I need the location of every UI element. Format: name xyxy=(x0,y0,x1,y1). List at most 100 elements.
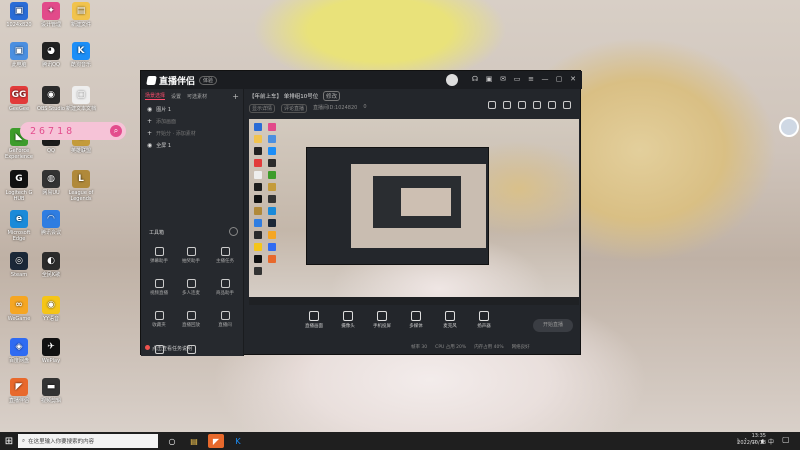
layout-icon[interactable] xyxy=(518,101,526,109)
tool-video[interactable]: 视频直播 xyxy=(147,279,171,296)
control-speaker[interactable]: 扬声器 xyxy=(471,311,497,329)
tool-replay[interactable]: 直播回放 xyxy=(179,311,203,328)
control-mic[interactable]: 麦克风 xyxy=(437,311,463,329)
stream-preview[interactable] xyxy=(249,119,579,305)
control-phone[interactable]: 手机投屏 xyxy=(369,311,395,329)
tool-goods[interactable]: 商品助手 xyxy=(213,279,237,296)
headset-icon[interactable]: ☊ xyxy=(470,74,480,85)
goods-icon xyxy=(220,279,230,288)
mail-icon[interactable]: ✉ xyxy=(498,74,508,85)
tool-label: 多人连麦 xyxy=(182,291,200,296)
start-live-button[interactable]: 开始直播 xyxy=(533,319,573,332)
desktop-icon[interactable]: ◉ YY语音 xyxy=(34,296,68,322)
streaming-app-taskbar-icon[interactable]: ◤ xyxy=(208,434,224,448)
desktop-icon-label: 腾讯QQ xyxy=(42,62,60,68)
desktop-icon-label: 酷狗音乐 xyxy=(70,62,91,68)
tool-danmaku[interactable]: 弹幕助手 xyxy=(147,247,171,264)
tool-room[interactable]: 直播间 xyxy=(213,311,237,328)
window-icon[interactable] xyxy=(533,101,541,109)
desktop-icon[interactable]: ▬ 视频剪辑 xyxy=(34,378,68,404)
windows-start-icon[interactable]: ⊞ xyxy=(0,432,18,450)
gift-icon[interactable]: ▣ xyxy=(484,74,494,85)
desktop-icon[interactable]: ✈ WePlay xyxy=(34,338,68,364)
meta-viewers: 0 xyxy=(363,104,367,110)
recursive-preview-screen xyxy=(351,164,486,248)
app-icon: K xyxy=(72,42,90,60)
file-explorer-icon[interactable]: ▤ xyxy=(186,434,202,448)
eye-icon[interactable]: ◉ xyxy=(147,106,152,113)
desktop-icon[interactable]: ✦ 设计管理 xyxy=(34,2,68,28)
tool-tasks[interactable]: 主播任务 xyxy=(213,247,237,264)
version-badge: 体验 xyxy=(199,75,218,85)
desktop-icon-label: 直播伴侣 xyxy=(8,398,29,404)
settings-icon[interactable] xyxy=(229,227,238,236)
desktop-icon[interactable]: ▤ 新建文件 xyxy=(64,2,98,28)
share-icon[interactable] xyxy=(563,101,571,109)
recursive-preview-screen-2 xyxy=(401,188,451,216)
preview-desktop-icon xyxy=(254,243,262,251)
desktop-icon[interactable]: ◕ 腾讯QQ xyxy=(34,42,68,68)
search-icon[interactable]: ⌕ xyxy=(110,125,122,137)
meta-detail[interactable]: 显示详情 xyxy=(249,104,276,113)
window-controls: ☊ ▣ ✉ ▭ ≡ — ▢ ✕ xyxy=(470,74,578,85)
source-item[interactable]: + 添加画面 xyxy=(141,115,243,127)
taskbar-search-placeholder: 在这里输入你要搜索的内容 xyxy=(28,439,95,445)
lock-icon[interactable] xyxy=(503,101,511,109)
desktop-icon[interactable]: ◈ 百度网盘 xyxy=(2,338,36,364)
control-screen[interactable]: 直播画面 xyxy=(301,311,327,329)
task-view-icon[interactable]: ○ xyxy=(164,434,180,448)
control-camera[interactable]: 摄像头 xyxy=(335,311,361,329)
desktop-icon[interactable]: ◉ OBS Studio xyxy=(34,86,68,112)
desktop-icon[interactable]: ◍ 网易UU xyxy=(34,170,68,196)
desktop-icon[interactable]: GG GeeGee xyxy=(2,86,36,112)
tool-multi-mic[interactable]: 多人连麦 xyxy=(179,279,203,296)
control-label: 麦克风 xyxy=(443,324,457,329)
desktop-icon[interactable]: e Microsoft Edge xyxy=(2,210,36,242)
desktop-icon[interactable]: ◎ Steam xyxy=(2,252,36,278)
maximize-icon[interactable]: ▢ xyxy=(554,74,564,85)
eye-icon[interactable]: ◉ xyxy=(147,142,152,149)
tool-lottery[interactable]: 抽奖助手 xyxy=(179,247,203,264)
source-item[interactable]: + 开始分 · 添加素材 xyxy=(141,127,243,139)
user-avatar[interactable] xyxy=(446,74,458,86)
app-icon: ◉ xyxy=(42,296,60,314)
preview-desktop-icon xyxy=(254,159,262,167)
tab-materials[interactable]: 可选素材 xyxy=(187,93,207,100)
source-item[interactable]: ◉ 全屏 1 xyxy=(141,139,243,151)
clock[interactable]: 13:35 2022/10/18 xyxy=(737,433,766,447)
desktop-icon[interactable]: ▢ 新建文本文档 xyxy=(64,86,98,112)
close-icon[interactable]: ✕ xyxy=(568,74,578,85)
desktop-icon[interactable]: L League of Legends xyxy=(64,170,98,202)
edit-title-button[interactable]: 修改 xyxy=(323,91,341,101)
desktop-icon[interactable]: ▣ 1024x820 xyxy=(2,2,36,28)
desktop-icon[interactable]: G Logitech G HUB xyxy=(2,170,36,202)
add-scene-icon[interactable]: + xyxy=(232,92,239,101)
tab-settings[interactable]: 设置 xyxy=(171,93,181,100)
desktop-icon[interactable]: ◠ 腾讯会议 xyxy=(34,210,68,236)
minimize-icon[interactable]: — xyxy=(540,74,550,85)
notification-icon[interactable]: ▢ xyxy=(782,435,794,447)
desktop-icon[interactable]: ◤ 直播伴侣 xyxy=(2,378,36,404)
bell-icon[interactable] xyxy=(548,101,556,109)
control-media[interactable]: 多媒体 xyxy=(403,311,429,329)
tool-favorites[interactable]: 收藏夹 xyxy=(147,311,171,328)
desktop-icon[interactable]: K 酷狗音乐 xyxy=(64,42,98,68)
chat-icon[interactable]: ▭ xyxy=(512,74,522,85)
source-item[interactable]: ◉ 图片 1 xyxy=(141,103,243,115)
ime-indicator[interactable]: 中 xyxy=(768,437,774,446)
source-label: 全屏 1 xyxy=(156,142,172,149)
store-icon[interactable] xyxy=(488,101,496,109)
desktop-icon[interactable]: ▣ 此电脑 xyxy=(2,42,36,68)
taskbar-search[interactable]: ⌕ 在这里输入你要搜索的内容 xyxy=(18,434,158,448)
desktop-icon[interactable]: ∞ WeGame xyxy=(2,296,36,322)
kugou-taskbar-icon[interactable]: K xyxy=(230,434,246,448)
app-title: 直播伴侣 xyxy=(159,76,196,87)
lottery-icon xyxy=(186,247,196,256)
desktop-icon[interactable]: ◐ 全民K歌 xyxy=(34,252,68,278)
task-notice[interactable]: 点击查看任务说明 xyxy=(145,345,192,352)
meta-comment[interactable]: 评论直播 xyxy=(281,104,308,113)
floating-assistant-button[interactable] xyxy=(779,117,799,137)
tab-scenes[interactable]: 场景选择 xyxy=(145,92,166,100)
menu-icon[interactable]: ≡ xyxy=(526,74,536,85)
desktop-number-widget[interactable]: 26718 ⌕ xyxy=(20,122,126,140)
